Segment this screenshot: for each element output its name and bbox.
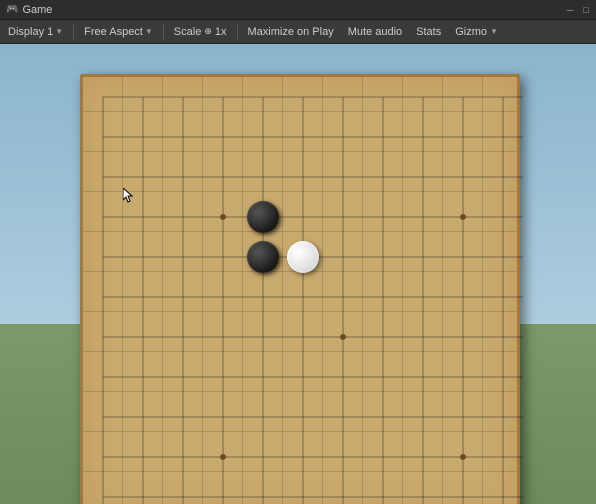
display-label: Display 1 — [8, 26, 53, 38]
stone-black-1 — [247, 241, 279, 273]
board-container[interactable] — [80, 74, 520, 504]
toolbar: Display 1 ▼ Free Aspect ▼ Scale ⊕ 1x Max… — [0, 20, 596, 44]
separator-1 — [73, 24, 74, 40]
scale-value: 1x — [215, 26, 227, 38]
window-title: Game — [22, 4, 52, 16]
window-controls: ─ □ — [564, 4, 592, 16]
maximize-button[interactable]: □ — [580, 4, 592, 16]
display-dropdown-arrow: ▼ — [55, 27, 63, 36]
separator-2 — [163, 24, 164, 40]
mute-label: Mute audio — [348, 26, 402, 38]
scale-label: Scale — [174, 26, 202, 38]
gizmo-button[interactable]: Gizmo ▼ — [451, 24, 502, 40]
gizmo-dropdown-arrow: ▼ — [490, 27, 498, 36]
stats-button[interactable]: Stats — [412, 24, 445, 40]
minimize-button[interactable]: ─ — [564, 4, 576, 16]
go-board[interactable] — [80, 74, 520, 504]
aspect-select[interactable]: Free Aspect ▼ — [80, 24, 157, 40]
aspect-dropdown-arrow: ▼ — [145, 27, 153, 36]
aspect-label: Free Aspect — [84, 26, 143, 38]
title-bar: 🎮 Game ─ □ — [0, 0, 596, 20]
display-select[interactable]: Display 1 ▼ — [4, 24, 67, 40]
gizmo-label: Gizmo — [455, 26, 487, 38]
board-grid — [83, 77, 523, 504]
mute-audio-button[interactable]: Mute audio — [344, 24, 406, 40]
stats-label: Stats — [416, 26, 441, 38]
maximize-on-play-button[interactable]: Maximize on Play — [244, 24, 338, 40]
scale-icon: ⊕ — [204, 26, 212, 37]
game-viewport[interactable] — [0, 44, 596, 504]
stone-black-0 — [247, 201, 279, 233]
game-icon: 🎮 — [6, 4, 18, 15]
stone-white-2 — [287, 241, 319, 273]
scale-control[interactable]: Scale ⊕ 1x — [170, 24, 231, 40]
separator-3 — [237, 24, 238, 40]
maximize-label: Maximize on Play — [248, 26, 334, 38]
